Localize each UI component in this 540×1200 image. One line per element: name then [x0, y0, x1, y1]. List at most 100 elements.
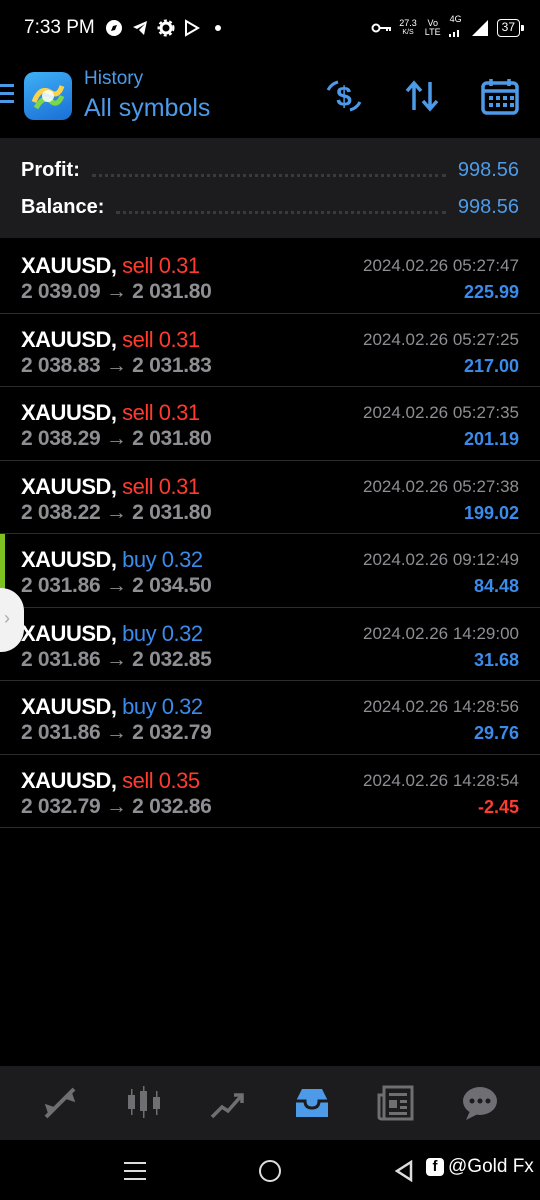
trade-row[interactable]: XAUUSD, buy 0.32 2 031.86 → 2 034.50 202…: [0, 534, 540, 608]
trade-datetime: 2024.02.26 05:27:35: [363, 403, 519, 422]
trade-profit: 225.99: [463, 282, 519, 302]
trade-row[interactable]: XAUUSD, sell 0.35 2 032.79 → 2 032.86 20…: [0, 755, 540, 828]
trade-row[interactable]: XAUUSD, buy 0.32 2 031.86 → 2 032.85 202…: [0, 608, 540, 681]
back-button[interactable]: [394, 1160, 414, 1182]
price-arrow-icon: →: [105, 280, 127, 303]
telegram-icon: [132, 21, 147, 35]
status-bar: 7:33 PM 27.3 K/S Vo LTE 4G 37: [0, 0, 540, 56]
history-icon: [296, 1089, 328, 1117]
profit-value: 998.56: [457, 158, 519, 181]
trade-symbol: XAUUSD,: [21, 473, 117, 499]
watermark: f @Gold Fx: [426, 1156, 534, 1178]
trade-profit: 199.02: [463, 502, 519, 523]
trade-row[interactable]: XAUUSD, sell 0.31 2 038.29 → 2 031.80 20…: [0, 387, 540, 461]
trade-row[interactable]: XAUUSD, buy 0.32 2 031.86 → 2 032.79 202…: [0, 681, 540, 755]
trade-symbol: XAUUSD,: [21, 253, 117, 278]
trade-datetime: 2024.02.26 05:27:25: [363, 329, 519, 349]
tab-chat[interactable]: [458, 1081, 502, 1125]
trade-direction: sell: [122, 767, 154, 793]
dot-icon: [214, 25, 221, 31]
trade-symbol: XAUUSD,: [21, 326, 117, 352]
trade-symbol: XAUUSD,: [21, 400, 117, 425]
watermark-text: @Gold Fx: [448, 1156, 534, 1177]
app-logo[interactable]: [24, 72, 72, 120]
bottom-tab-bar: [0, 1066, 540, 1140]
header-titles: History All symbols: [84, 68, 210, 123]
home-button[interactable]: [259, 1160, 281, 1182]
trade-symbol: XAUUSD,: [21, 694, 117, 719]
trade-direction: sell: [122, 326, 154, 352]
price-arrow-icon: →: [105, 794, 127, 818]
close-price: 2 031.80: [132, 500, 212, 524]
volte-indicator: Vo LTE: [424, 18, 441, 37]
trade-profit: 84.48: [473, 576, 519, 596]
quotes-icon: [44, 1087, 76, 1119]
close-price: 2 032.85: [132, 647, 212, 671]
chart-icon: [128, 1086, 160, 1118]
system-status-icons: 27.3 K/S Vo LTE 4G 37: [369, 14, 525, 42]
trade-volume: 0.32: [161, 694, 203, 719]
tab-news[interactable]: [374, 1081, 418, 1125]
battery-indicator: 37: [496, 19, 525, 37]
trade-symbol: XAUUSD,: [21, 620, 117, 646]
open-price: 2 031.86: [21, 721, 101, 744]
trade-datetime: 2024.02.26 05:27:38: [363, 476, 519, 496]
trade-history-list: XAUUSD, sell 0.31 2 039.09 → 2 031.80 20…: [0, 240, 540, 828]
tab-trade[interactable]: [206, 1081, 250, 1125]
recent-apps-button[interactable]: [124, 1162, 146, 1186]
open-price: 2 032.79: [21, 794, 101, 818]
menu-icon[interactable]: [0, 84, 14, 108]
price-arrow-icon: →: [105, 574, 127, 597]
open-price: 2 038.29: [21, 427, 101, 450]
trade-symbol: XAUUSD,: [21, 547, 117, 572]
calendar-icon[interactable]: [480, 76, 520, 116]
trade-direction: buy: [122, 547, 157, 572]
chevron-right-icon: ›: [4, 608, 10, 628]
close-price: 2 031.83: [132, 353, 212, 377]
play-store-icon: [184, 19, 200, 37]
chat-icon: [463, 1087, 497, 1120]
app-header: History All symbols $: [0, 56, 540, 138]
profit-label: Profit:: [21, 158, 80, 181]
trade-row[interactable]: XAUUSD, sell 0.31 2 038.83 → 2 031.83 20…: [0, 314, 540, 387]
deposit-withdraw-icon[interactable]: $: [324, 76, 364, 116]
trade-datetime: 2024.02.26 14:28:56: [363, 697, 519, 716]
notification-icons: [105, 19, 227, 37]
trade-row[interactable]: XAUUSD, sell 0.31 2 038.22 → 2 031.80 20…: [0, 461, 540, 534]
dotted-leader: [91, 163, 446, 177]
trade-datetime: 2024.02.26 14:28:54: [363, 770, 519, 790]
trade-datetime: 2024.02.26 05:27:47: [363, 256, 519, 275]
trade-datetime: 2024.02.26 09:12:49: [363, 550, 519, 569]
trade-direction: sell: [122, 473, 154, 499]
close-price: 2 031.80: [132, 280, 212, 303]
close-price: 2 031.80: [132, 427, 212, 450]
header-title[interactable]: All symbols: [84, 94, 210, 123]
trade-volume: 0.31: [158, 326, 200, 352]
vpn-key-icon: [371, 23, 392, 33]
signal-strength-icon: [471, 20, 488, 36]
header-subtitle: History: [84, 68, 144, 89]
trade-row[interactable]: XAUUSD, sell 0.31 2 039.09 → 2 031.80 20…: [0, 240, 540, 314]
system-nav-bar: f @Gold Fx: [0, 1140, 540, 1200]
signal-icon: [448, 29, 459, 37]
svg-text:$: $: [336, 81, 352, 112]
trade-profit: 29.76: [473, 723, 519, 743]
sort-icon[interactable]: [402, 76, 442, 116]
price-arrow-icon: →: [105, 721, 127, 744]
trade-icon: [210, 1093, 244, 1119]
news-icon: [377, 1085, 414, 1121]
trade-profit: 31.68: [473, 649, 519, 670]
trade-profit: 201.19: [463, 429, 519, 449]
open-price: 2 038.22: [21, 500, 101, 524]
tab-chart[interactable]: [122, 1081, 166, 1125]
network-speed: 27.3 K/S: [399, 18, 417, 37]
tab-history[interactable]: [290, 1081, 334, 1125]
close-price: 2 032.86: [132, 794, 212, 818]
trade-direction: sell: [122, 253, 154, 278]
compass-icon: [105, 20, 122, 36]
trade-profit: -2.45: [477, 796, 519, 817]
tab-quotes[interactable]: [38, 1081, 82, 1125]
trade-datetime: 2024.02.26 14:29:00: [363, 623, 519, 643]
price-arrow-icon: →: [105, 500, 127, 524]
gear-icon: [157, 19, 175, 37]
